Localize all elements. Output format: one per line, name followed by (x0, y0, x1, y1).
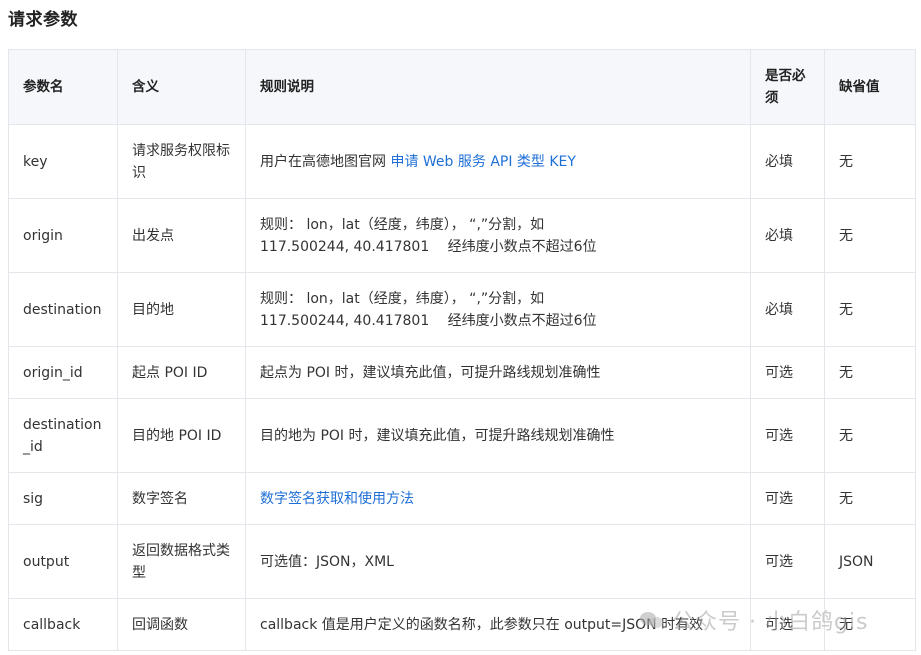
param-meaning: 返回数据格式类型 (117, 524, 246, 599)
param-required: 可选 (750, 472, 825, 525)
header-default: 缺省值 (824, 49, 916, 125)
param-default: 无 (824, 398, 916, 473)
rule-line: 规则： lon，lat（经度，纬度）， “,”分割，如 (260, 216, 545, 233)
param-default: 无 (824, 346, 916, 399)
param-name: output (8, 524, 118, 599)
param-rule: 起点为 POI 时，建议填充此值，可提升路线规划准确性 (245, 346, 751, 399)
param-default: 无 (824, 124, 916, 199)
param-rule: 可选值：JSON，XML (245, 524, 751, 599)
section-title: 请求参数 (8, 10, 78, 30)
param-default: 无 (824, 472, 916, 525)
table-row: output 返回数据格式类型 可选值：JSON，XML 可选 JSON (8, 524, 916, 599)
header-meaning: 含义 (117, 49, 246, 125)
rule-line: 规则： lon，lat（经度，纬度）， “,”分割，如 (260, 290, 545, 307)
param-required: 可选 (750, 346, 825, 399)
param-rule: 数字签名获取和使用方法 (245, 472, 751, 525)
param-meaning: 数字签名 (117, 472, 246, 525)
param-meaning: 目的地 (117, 272, 246, 347)
param-required: 必填 (750, 272, 825, 347)
param-rule: 规则： lon，lat（经度，纬度）， “,”分割，如 117.500244, 4… (245, 198, 751, 273)
table-header-row: 参数名 含义 规则说明 是否必须 缺省值 (8, 49, 916, 125)
rule-line: 117.500244, 40.417801 经纬度小数点不超过6位 (260, 238, 597, 255)
rule-line: 117.500244, 40.417801 经纬度小数点不超过6位 (260, 312, 597, 329)
param-meaning: 请求服务权限标识 (117, 124, 246, 199)
param-required: 可选 (750, 398, 825, 473)
param-default: JSON (824, 524, 916, 599)
header-rule: 规则说明 (245, 49, 751, 125)
param-rule: 目的地为 POI 时，建议填充此值，可提升路线规划准确性 (245, 398, 751, 473)
param-required: 必填 (750, 198, 825, 273)
param-required: 可选 (750, 524, 825, 599)
table-row: origin 出发点 规则： lon，lat（经度，纬度）， “,”分割，如 11… (8, 198, 916, 273)
param-name: origin (8, 198, 118, 273)
table-row: destination_id 目的地 POI ID 目的地为 POI 时，建议填… (8, 398, 916, 473)
param-meaning: 起点 POI ID (117, 346, 246, 399)
table-row: destination 目的地 规则： lon，lat（经度，纬度）， “,”分… (8, 272, 916, 347)
param-default: 无 (824, 198, 916, 273)
param-name: callback (8, 598, 118, 651)
param-name: sig (8, 472, 118, 525)
params-table: 参数名 含义 规则说明 是否必须 缺省值 key 请求服务权限标识 用户在高德地… (8, 49, 916, 651)
table-row: sig 数字签名 数字签名获取和使用方法 可选 无 (8, 472, 916, 525)
param-rule: 规则： lon，lat（经度，纬度）， “,”分割，如 117.500244, 4… (245, 272, 751, 347)
param-default: 无 (824, 272, 916, 347)
table-row: callback 回调函数 callback 值是用户定义的函数名称，此参数只在… (8, 598, 916, 651)
param-default: 无 (824, 598, 916, 651)
param-meaning: 出发点 (117, 198, 246, 273)
table-row: origin_id 起点 POI ID 起点为 POI 时，建议填充此值，可提升… (8, 346, 916, 399)
rule-text: 用户在高德地图官网 (260, 153, 391, 170)
param-name: origin_id (8, 346, 118, 399)
param-rule: 用户在高德地图官网 申请 Web 服务 API 类型 KEY (245, 124, 751, 199)
param-rule: callback 值是用户定义的函数名称，此参数只在 output=JSON 时… (245, 598, 751, 651)
header-required: 是否必须 (750, 49, 825, 125)
param-name: destination_id (8, 398, 118, 473)
param-required: 必填 (750, 124, 825, 199)
param-name: destination (8, 272, 118, 347)
header-param-name: 参数名 (8, 49, 118, 125)
param-name: key (8, 124, 118, 199)
param-required: 可选 (750, 598, 825, 651)
apply-key-link[interactable]: 申请 Web 服务 API 类型 KEY (390, 154, 576, 170)
signature-method-link[interactable]: 数字签名获取和使用方法 (260, 491, 414, 507)
table-row: key 请求服务权限标识 用户在高德地图官网 申请 Web 服务 API 类型 … (8, 124, 916, 199)
param-meaning: 回调函数 (117, 598, 246, 651)
param-meaning: 目的地 POI ID (117, 398, 246, 473)
